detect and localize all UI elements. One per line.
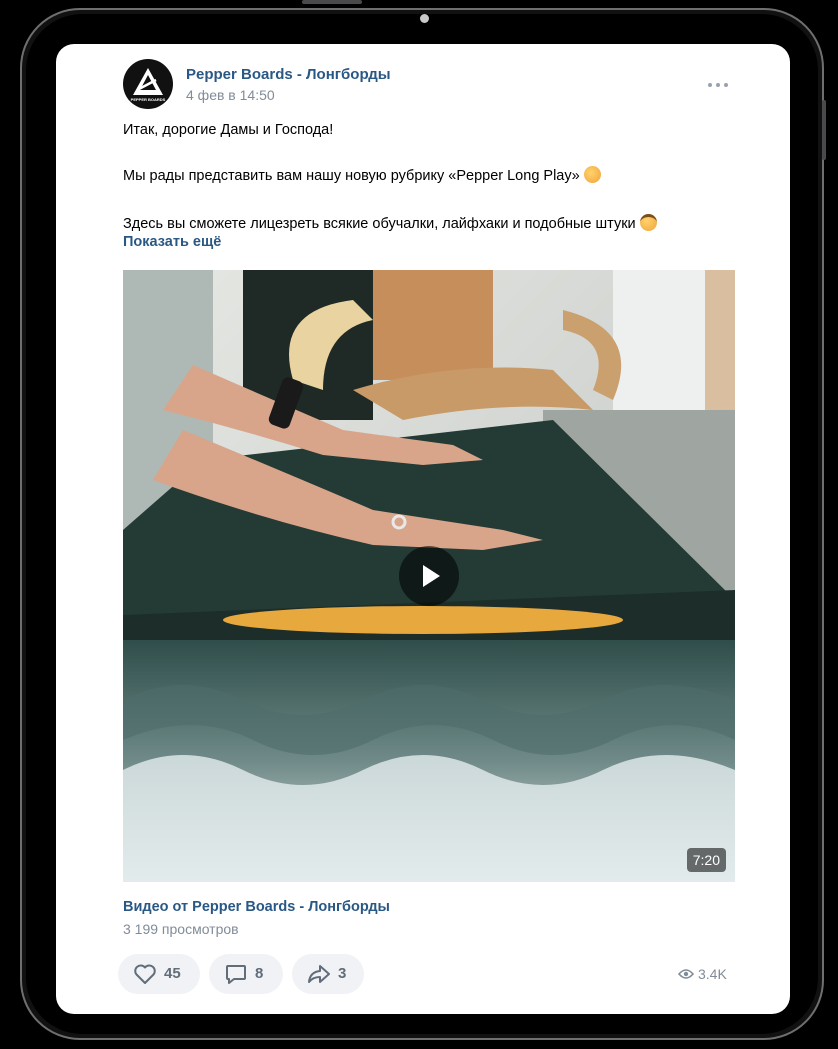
post-text-line-1: Итак, дорогие Дамы и Господа!	[123, 122, 334, 138]
video-views-count: 3 199 просмотров	[123, 921, 239, 937]
more-options-button[interactable]	[706, 77, 734, 91]
pepper-boards-logo: PEPPER BOARDS	[131, 68, 166, 102]
share-icon	[308, 965, 330, 983]
share-count: 3	[338, 965, 347, 982]
front-camera	[420, 14, 429, 23]
heart-icon	[134, 964, 156, 984]
post-text-line-3: Здесь вы сможете лицезреть всякие обучал…	[123, 214, 657, 232]
comment-count: 8	[255, 965, 264, 982]
author-avatar[interactable]: PEPPER BOARDS	[123, 59, 173, 109]
eye-icon	[678, 969, 694, 979]
play-button[interactable]	[399, 546, 459, 606]
play-icon	[423, 565, 440, 587]
more-dots-icon	[708, 83, 712, 87]
post-text-line-2: Мы рады представить вам нашу новую рубри…	[123, 166, 601, 184]
like-count: 45	[164, 965, 181, 982]
nerd-face-emoji-icon	[639, 214, 657, 231]
author-name[interactable]: Pepper Boards - Лонгборды	[186, 66, 391, 83]
logo-text: PEPPER BOARDS	[131, 97, 166, 102]
comment-icon	[226, 965, 246, 984]
comment-button[interactable]: 8	[209, 954, 283, 994]
like-button[interactable]: 45	[118, 954, 200, 994]
share-button[interactable]: 3	[292, 954, 364, 994]
post-date[interactable]: 4 фев в 14:50	[186, 87, 275, 103]
more-dots-icon	[724, 83, 728, 87]
post-views-count: 3.4K	[698, 966, 727, 982]
partying-face-emoji-icon	[583, 166, 601, 183]
video-duration-badge: 7:20	[686, 848, 726, 872]
post-card: PEPPER BOARDS Pepper Boards - Лонгборды …	[56, 44, 790, 1014]
side-button-top	[302, 0, 362, 4]
video-player[interactable]: 7:20	[123, 270, 735, 882]
post-views-counter: 3.4K	[676, 965, 736, 983]
video-title-link[interactable]: Видео от Pepper Boards - Лонгборды	[123, 899, 390, 915]
show-more-link[interactable]: Показать ещё	[123, 234, 221, 250]
side-button-right	[822, 100, 826, 160]
more-dots-icon	[716, 83, 720, 87]
